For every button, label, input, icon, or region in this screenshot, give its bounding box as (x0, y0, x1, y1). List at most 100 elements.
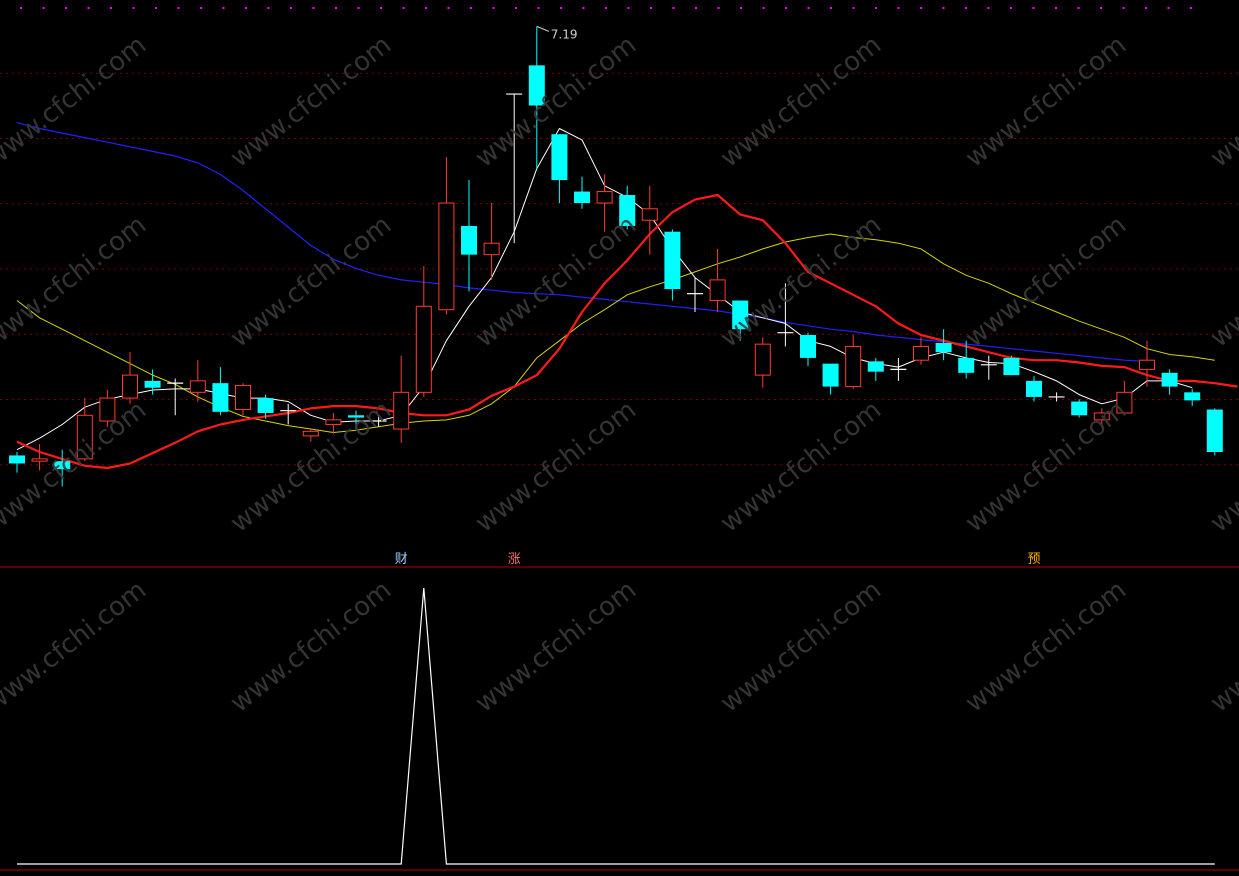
candle-body (845, 345, 862, 388)
top-marker-dot (1167, 7, 1170, 9)
candle-body (325, 419, 342, 425)
candle-body (1116, 391, 1133, 414)
top-marker-dot (267, 7, 270, 9)
top-marker-dot (1145, 7, 1147, 9)
high-price-label: 7.19 (551, 27, 578, 41)
top-marker-dot (290, 7, 292, 9)
candle-body (483, 242, 500, 256)
top-marker-dot (402, 7, 405, 9)
signal-label: 预 (1027, 552, 1040, 567)
candle-body (1071, 401, 1088, 416)
candle (1071, 399, 1088, 418)
top-marker-dot (177, 7, 180, 9)
candle-body (664, 231, 681, 290)
candle-body (800, 334, 816, 358)
top-marker-dot (875, 7, 877, 9)
candle-body (122, 374, 138, 399)
top-marker-dot (515, 7, 517, 9)
candle-body (99, 397, 116, 422)
top-marker-dot (110, 7, 112, 9)
candle-body (348, 415, 364, 418)
top-marker-dot (942, 7, 945, 9)
candle-body (144, 380, 161, 388)
top-marker-dot (1010, 7, 1012, 9)
signal-label: 涨 (508, 552, 521, 567)
top-marker-dot (380, 7, 382, 9)
top-marker-dot (740, 7, 742, 9)
top-marker-dot (1077, 7, 1080, 9)
candle-body (1026, 380, 1042, 397)
top-marker-dot (425, 7, 427, 9)
candle-body (574, 191, 590, 204)
candle-body (528, 65, 545, 106)
top-marker-dot (155, 7, 157, 9)
candle-body (709, 279, 726, 302)
candle-body (935, 342, 952, 353)
signal-label: 财 (395, 552, 408, 567)
top-marker-dot (627, 7, 630, 9)
top-marker-dot (200, 7, 202, 9)
candle-body (958, 357, 975, 373)
top-marker-dot (965, 7, 967, 9)
candle-body (1093, 412, 1110, 421)
top-marker-dot (852, 7, 855, 9)
top-marker-dot (447, 7, 450, 9)
candle-body (1003, 357, 1020, 376)
candle-body (1184, 392, 1201, 401)
candle-body (302, 430, 319, 437)
top-marker-dot (65, 7, 67, 9)
candle-body (76, 414, 93, 460)
chart-background (0, 0, 1239, 872)
candle-body (9, 455, 25, 464)
top-marker-dot (560, 7, 562, 9)
candle (1206, 408, 1223, 456)
candle-body (754, 343, 771, 376)
candle-body (415, 305, 432, 393)
candle-body (54, 461, 71, 470)
top-marker-dot (1122, 7, 1125, 9)
candle-body (822, 363, 839, 387)
top-marker-dot (785, 7, 787, 9)
top-marker-dot (807, 7, 810, 9)
top-marker-dot (222, 7, 225, 9)
stock-chart-panel[interactable]: 7.19 财涨预 www.cfchi.com www.cfchi.com www.cf… (0, 0, 1239, 872)
candle-body (393, 391, 410, 430)
top-marker-dot (245, 7, 247, 9)
top-marker-dot (1190, 7, 1192, 9)
top-marker-dot (897, 7, 900, 9)
candle-body (212, 383, 229, 412)
candle-body (461, 225, 477, 255)
top-marker-dot (582, 7, 585, 9)
candle-body (438, 202, 455, 311)
top-marker-dot (132, 7, 135, 9)
candle-body (913, 345, 929, 361)
candle-body (619, 195, 636, 226)
candle-body (596, 191, 613, 204)
top-marker-dot (920, 7, 922, 9)
top-marker-dot (537, 7, 540, 9)
top-marker-dot (357, 7, 360, 9)
top-marker-dot (717, 7, 720, 9)
top-marker-dot (20, 7, 22, 9)
candle-body (732, 300, 749, 330)
candle-body (641, 208, 658, 221)
chart-canvas[interactable]: 7.19 财 涨 预 (0, 0, 1239, 872)
top-marker-dot (312, 7, 315, 9)
top-marker-dot (762, 7, 765, 9)
top-marker-dot (672, 7, 675, 9)
top-marker-dot (42, 7, 45, 9)
candle-body (235, 384, 251, 411)
candle-body (1139, 359, 1155, 370)
top-marker-dot (1055, 7, 1057, 9)
top-marker-dot (1032, 7, 1035, 9)
candle-body (1161, 372, 1178, 387)
top-marker-dot (87, 7, 90, 9)
top-marker-dot (335, 7, 337, 9)
candle-body (867, 361, 884, 372)
candle (1003, 355, 1020, 376)
top-marker-dot (695, 7, 697, 9)
top-marker-dot (1100, 7, 1102, 9)
candle-body (1206, 409, 1223, 452)
top-marker-dot (492, 7, 495, 9)
candle-body (31, 458, 48, 462)
